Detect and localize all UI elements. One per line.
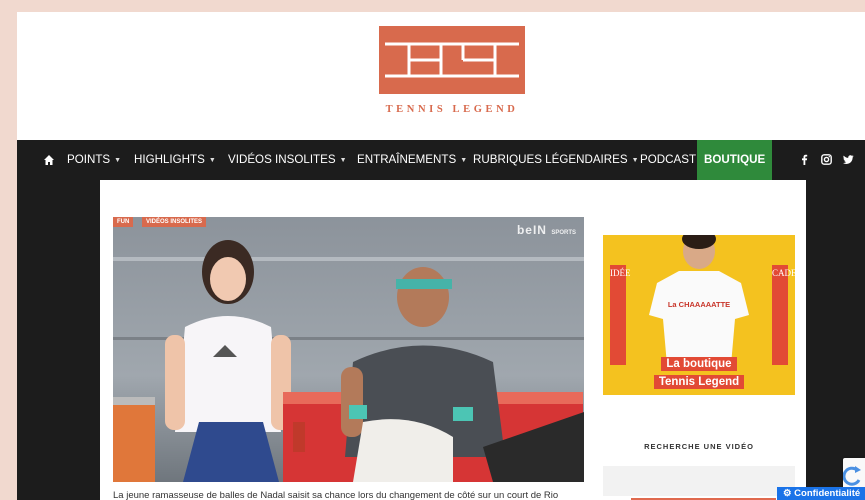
nav-item-entrainements[interactable]: ENTRAÎNEMENTS ▼ xyxy=(357,140,467,180)
nav-label: PODCAST xyxy=(640,153,697,166)
site-header: TENNIS LEGEND xyxy=(17,12,865,140)
search-title: RECHERCHE UNE VIDÉO xyxy=(644,442,754,451)
article-caption[interactable]: La jeune ramasseuse de balles de Nadal s… xyxy=(113,490,584,500)
nav-label: RUBRIQUES LÉGENDAIRES xyxy=(473,153,628,166)
tshirt-model-image: La CHAAAAATTE xyxy=(649,235,749,365)
home-icon[interactable] xyxy=(43,154,55,166)
instagram-icon[interactable] xyxy=(821,154,832,165)
chevron-down-icon: ▼ xyxy=(460,157,468,164)
nav-label: HIGHLIGHTS xyxy=(134,153,205,166)
twitter-icon[interactable] xyxy=(843,154,854,165)
nav-item-videos-insolites[interactable]: VIDÉOS INSOLITES ▼ xyxy=(228,140,347,180)
search-input[interactable] xyxy=(603,466,795,496)
broadcaster-logo: beIN SPORTS xyxy=(516,223,576,237)
tshirt-print-text: La CHAAAAATTE xyxy=(668,300,730,309)
featured-video[interactable]: beIN SPORTS xyxy=(113,217,584,482)
nav-label: VIDÉOS INSOLITES xyxy=(228,153,336,166)
promo-line-1: La boutique xyxy=(603,357,795,371)
logo-text: TENNIS LEGEND xyxy=(385,104,519,115)
promo-left-label: IDÉE xyxy=(610,265,631,365)
main-nav: POINTS ▼ HIGHLIGHTS ▼ VIDÉOS INSOLITES ▼ EN… xyxy=(17,140,865,180)
chevron-down-icon: ▼ xyxy=(114,157,122,164)
nav-item-points[interactable]: POINTS ▼ xyxy=(67,140,121,180)
nav-item-highlights[interactable]: HIGHLIGHTS ▼ xyxy=(134,140,216,180)
chevron-down-icon: ▼ xyxy=(208,157,216,164)
facebook-icon[interactable] xyxy=(799,154,810,165)
nav-item-podcast[interactable]: PODCAST xyxy=(640,140,696,180)
nav-label: BOUTIQUE xyxy=(704,153,766,166)
content-area: beIN SPORTS FUN VIDÉOS INSOLITES La jeun… xyxy=(100,180,806,500)
page-frame: TENNIS LEGEND POINTS ▼ HIGHLIGHTS ▼ VIDÉOS… xyxy=(17,12,865,500)
tag-fun[interactable]: FUN xyxy=(113,217,134,227)
privacy-badge[interactable]: ⚙ Confidentialité xyxy=(777,487,865,500)
chevron-down-icon: ▼ xyxy=(631,157,639,164)
gear-icon: ⚙ xyxy=(783,488,792,499)
chevron-down-icon: ▼ xyxy=(339,157,347,164)
promo-right-label: CADEAUX xyxy=(772,265,795,365)
nav-item-boutique[interactable]: BOUTIQUE xyxy=(697,140,773,180)
privacy-label: Confidentialité xyxy=(794,488,861,499)
video-thumbnail xyxy=(113,217,584,482)
nav-item-rubriques-legendaires[interactable]: RUBRIQUES LÉGENDAIRES ▼ xyxy=(473,140,639,180)
tag-videos-insolites[interactable]: VIDÉOS INSOLITES xyxy=(142,217,207,227)
boutique-promo-banner[interactable]: IDÉE CADEAUX La CHAAAAATTE La boutique T… xyxy=(603,235,795,395)
nav-label: ENTRAÎNEMENTS xyxy=(357,153,457,166)
nav-label: POINTS xyxy=(67,153,111,166)
promo-line-2: Tennis Legend xyxy=(603,375,795,389)
